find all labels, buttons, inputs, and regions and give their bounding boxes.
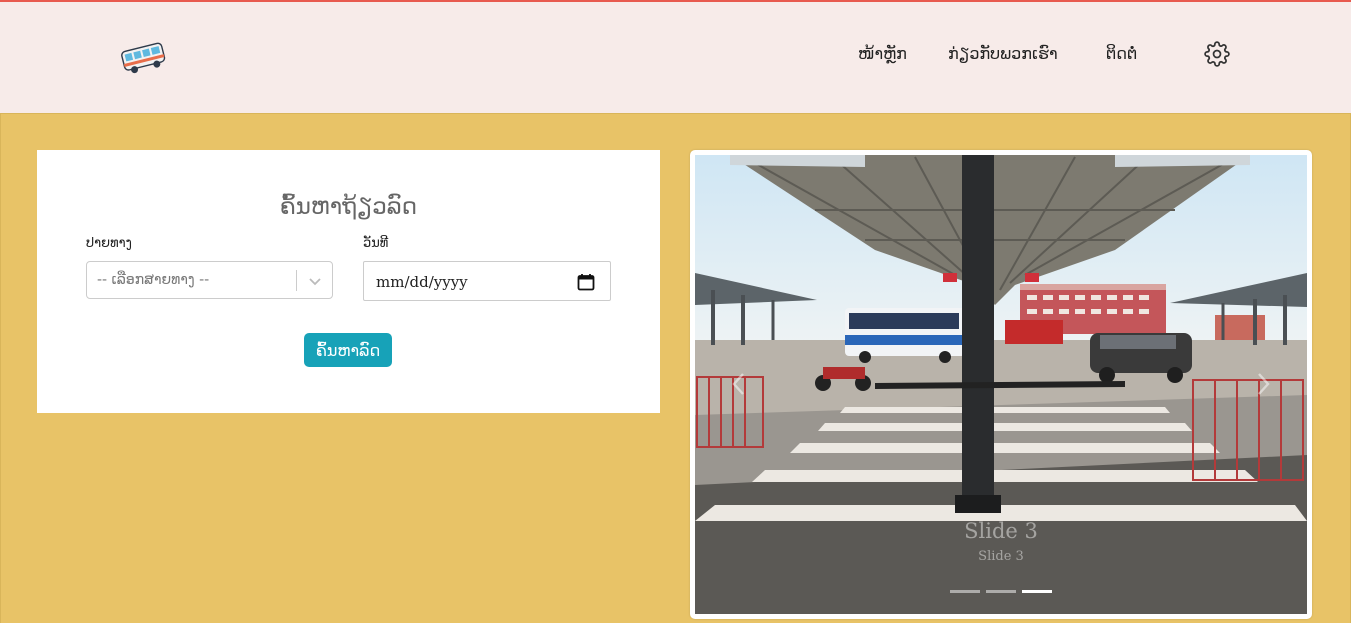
gear-icon[interactable] — [1204, 41, 1230, 67]
carousel-caption-text: Slide 3 — [978, 549, 1024, 564]
carousel-indicator-2[interactable] — [986, 590, 1016, 593]
search-card: ຄົ້ນຫາຖ້ຽວລົດ ປາຍທາງ ວັນທີ -- ເລືອກສາຍທາ… — [37, 150, 660, 413]
bus-logo-icon[interactable] — [120, 38, 168, 78]
image-carousel: Slide 3 Slide 3 — [690, 150, 1312, 619]
carousel-indicator-1[interactable] — [950, 590, 980, 593]
carousel-slide-image: Slide 3 Slide 3 — [695, 155, 1307, 614]
date-label: ວັນທີ — [363, 236, 389, 251]
date-placeholder: mm/dd/yyyy — [376, 273, 468, 291]
date-input[interactable]: mm/dd/yyyy — [363, 261, 611, 301]
nav-link-about[interactable]: ກ່ຽວກັບພວກເຮົາ — [948, 44, 1058, 63]
nav-link-home[interactable]: ໜ້າຫຼັກ — [858, 44, 907, 63]
select-separator — [296, 270, 297, 291]
carousel-prev-control[interactable] — [727, 369, 751, 399]
carousel-indicator-3[interactable] — [1022, 590, 1052, 593]
nav-link-contact[interactable]: ຕິດຕໍ່ — [1106, 44, 1137, 63]
route-select-placeholder: -- ເລືອກສາຍທາງ -- — [97, 272, 210, 288]
chevron-down-icon[interactable] — [305, 271, 325, 291]
search-title: ຄົ້ນຫາຖ້ຽວລົດ — [279, 194, 418, 220]
route-label: ປາຍທາງ — [86, 236, 132, 251]
carousel-caption-title: Slide 3 — [964, 519, 1038, 543]
route-select[interactable]: -- ເລືອກສາຍທາງ -- — [86, 261, 333, 299]
search-bus-button[interactable]: ຄົ້ນຫາລົດ — [304, 333, 392, 367]
navbar: ໜ້າຫຼັກ ກ່ຽວກັບພວກເຮົາ ຕິດຕໍ່ — [0, 2, 1351, 113]
calendar-icon[interactable] — [576, 272, 596, 292]
carousel-next-control[interactable] — [1251, 369, 1275, 399]
